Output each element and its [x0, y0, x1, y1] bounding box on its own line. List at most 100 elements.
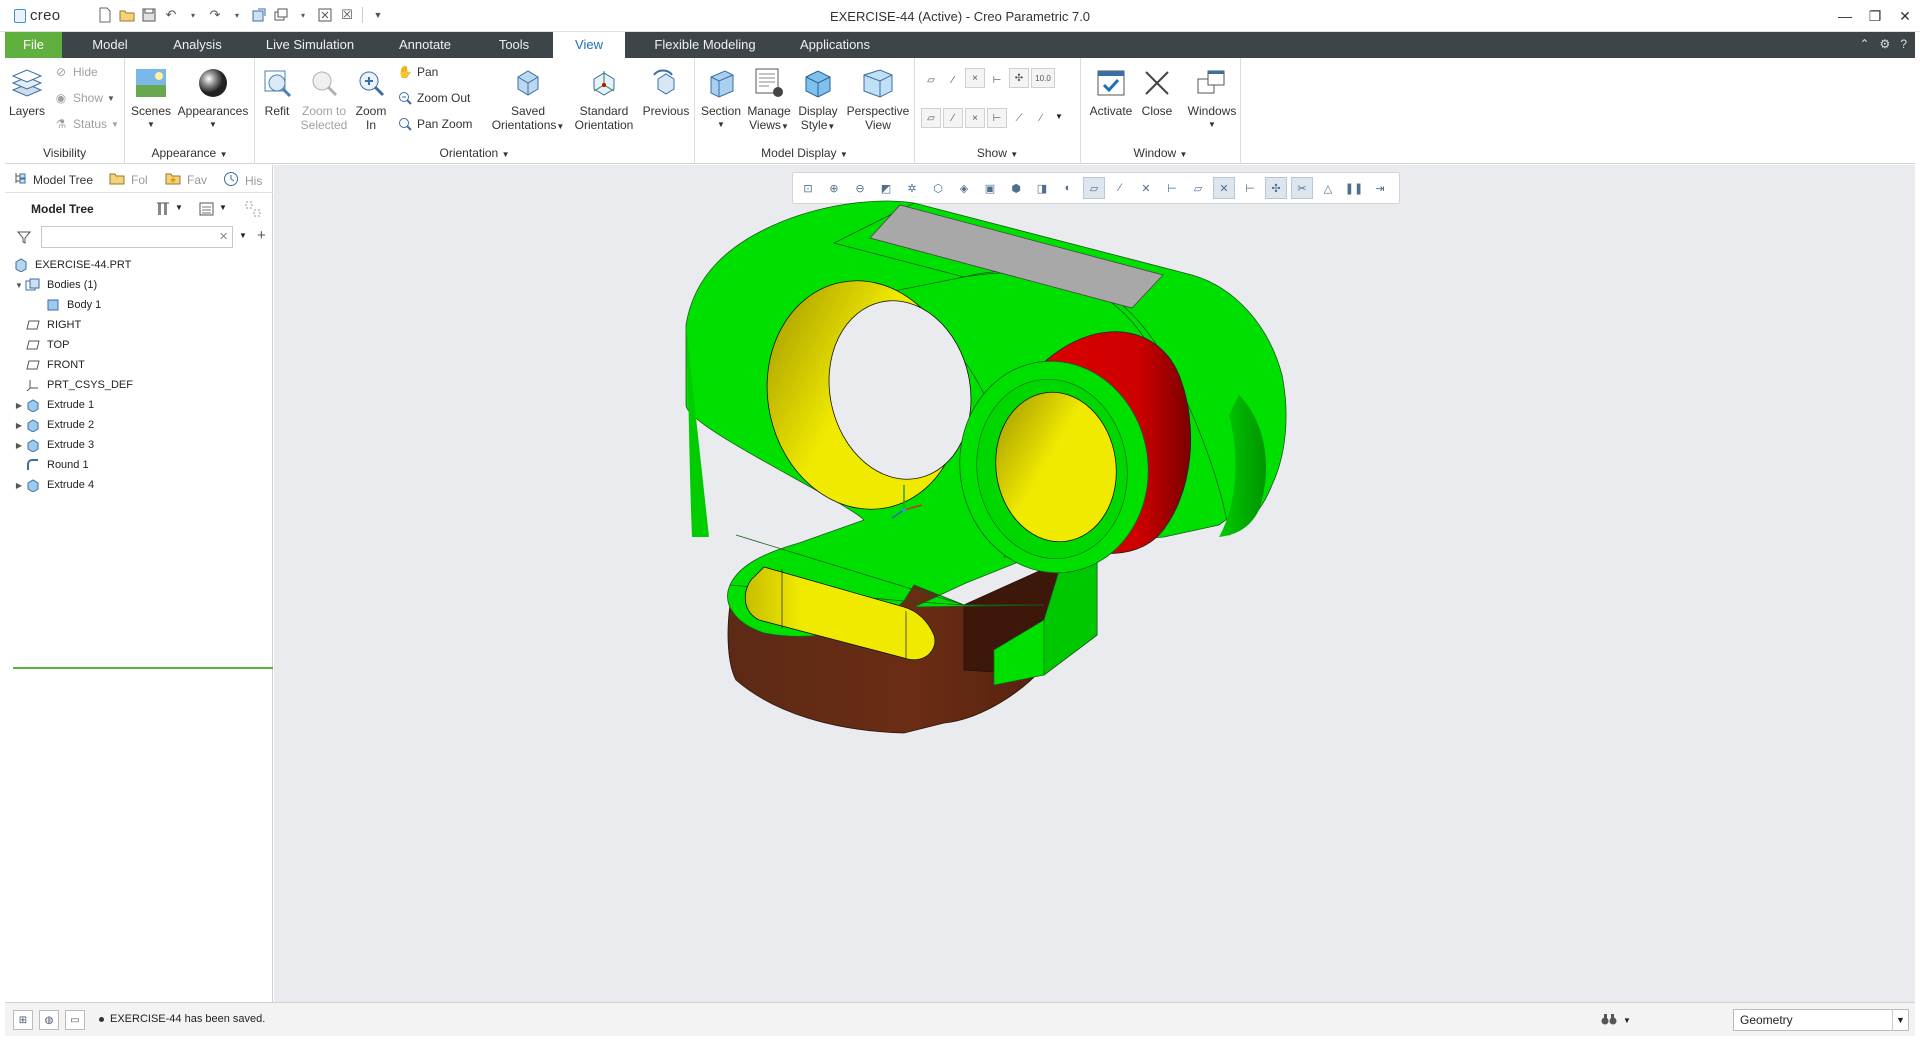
tree-node-extrude[interactable]: ▶ Extrude 3: [13, 435, 273, 455]
filter-icon[interactable]: [16, 230, 32, 247]
show-button[interactable]: ◉ Show ▼: [53, 90, 115, 106]
pan-zoom-label: Pan Zoom: [417, 117, 473, 131]
tree-node-bodies[interactable]: ▼ Bodies (1): [13, 275, 273, 295]
tab-flexible-modeling[interactable]: Flexible Modeling: [640, 32, 770, 58]
toggle-browser-icon[interactable]: ◍: [39, 1010, 59, 1030]
windows-button[interactable]: Windows ▼: [1185, 66, 1239, 132]
tree-search-input[interactable]: [41, 226, 233, 248]
layers-button[interactable]: Layers: [7, 66, 47, 118]
full-screen-icon[interactable]: ▭: [65, 1010, 85, 1030]
manage-views-button[interactable]: Manage Views▼: [745, 66, 793, 134]
tab-analysis[interactable]: Analysis: [160, 32, 235, 58]
section-button[interactable]: Section ▼: [699, 66, 743, 132]
refit-button[interactable]: Refit: [259, 66, 295, 118]
display-style-button[interactable]: Display Style▼: [795, 66, 841, 134]
expand-arrow-icon[interactable]: ▶: [13, 481, 25, 490]
close-icon[interactable]: ✕: [1890, 5, 1920, 27]
clear-search-icon[interactable]: ✕: [219, 230, 228, 243]
tabbar-right-controls: ⌃ ⚙ ?: [1859, 37, 1907, 51]
tree-node-datum-plane[interactable]: TOP: [13, 335, 273, 355]
csys-display-icon[interactable]: ⊢: [987, 70, 1007, 90]
tab-applications[interactable]: Applications: [790, 32, 880, 58]
tab-favorites[interactable]: Fav: [165, 171, 207, 188]
datum-display-dropdown-icon[interactable]: ▼: [1055, 112, 1063, 121]
connection-display-icon[interactable]: ⟋: [1009, 108, 1029, 128]
tree-node-extrude[interactable]: ▶ Extrude 1: [13, 395, 273, 415]
tree-node-datum-plane[interactable]: FRONT: [13, 355, 273, 375]
toggle-navigator-icon[interactable]: ⊞: [13, 1010, 33, 1030]
minimize-icon[interactable]: —: [1830, 5, 1860, 27]
expand-arrow-icon[interactable]: ▶: [13, 401, 25, 410]
tree-node-csys[interactable]: PRT_CSYS_DEF: [13, 375, 273, 395]
zoom-to-selected-button[interactable]: Zoom to Selected: [297, 66, 351, 132]
insert-here-indicator[interactable]: [13, 667, 273, 669]
maximize-icon[interactable]: ❐: [1860, 5, 1890, 27]
tab-live-simulation[interactable]: Live Simulation: [255, 32, 365, 58]
window-group-label[interactable]: Window ▼: [1081, 146, 1240, 160]
settings-icon[interactable]: ⚙: [1880, 37, 1891, 51]
model-tree-layout-icon[interactable]: [245, 201, 261, 220]
annotation-display-icon[interactable]: 10.0: [1031, 68, 1055, 88]
tree-node-part[interactable]: EXERCISE-44.PRT: [13, 255, 273, 275]
status-button[interactable]: ⚗ Status ▼: [53, 116, 119, 132]
pan-zoom-button[interactable]: Pan Zoom: [397, 116, 472, 132]
standard-orientation-button[interactable]: Standard Orientation: [569, 66, 639, 132]
selection-filter-dropdown[interactable]: Geometry ▼: [1733, 1009, 1909, 1031]
tab-model-tree[interactable]: Model Tree: [13, 171, 93, 188]
zoom-in-button[interactable]: Zoom In: [353, 66, 389, 132]
search-dropdown-icon[interactable]: ▼: [239, 231, 247, 240]
display-style-dropdown-icon: ▼: [827, 122, 836, 131]
find-tool[interactable]: ▼: [1601, 1010, 1641, 1030]
collapse-arrow-icon[interactable]: ▼: [13, 281, 25, 290]
point-display-icon[interactable]: ×: [965, 68, 985, 88]
tab-model[interactable]: Model: [80, 32, 140, 58]
tree-node-datum-plane[interactable]: RIGHT: [13, 315, 273, 335]
close-button[interactable]: Close: [1137, 66, 1177, 118]
saved-orientations-button[interactable]: Saved Orientations▼: [489, 66, 567, 134]
activate-button[interactable]: Activate: [1085, 66, 1137, 118]
model-display-group-label[interactable]: Model Display ▼: [695, 146, 914, 160]
plane-tag-display-icon[interactable]: ▱: [921, 108, 941, 128]
orientation-group-label[interactable]: Orientation ▼: [255, 146, 694, 160]
zoom-out-button[interactable]: Zoom Out: [397, 90, 470, 106]
tree-node-extrude[interactable]: ▶ Extrude 2: [13, 415, 273, 435]
hide-button[interactable]: ⊘ Hide: [53, 64, 98, 80]
help-icon[interactable]: ?: [1900, 37, 1907, 51]
tab-tools[interactable]: Tools: [483, 32, 545, 58]
tree-settings-dropdown-icon[interactable]: ▼: [175, 203, 183, 212]
tab-folder-browser[interactable]: Fol: [109, 171, 148, 188]
appearance-group-label[interactable]: Appearance ▼: [125, 146, 254, 160]
csys-tag-display-icon[interactable]: ⊢: [987, 108, 1007, 128]
tab-history[interactable]: His: [223, 171, 262, 190]
graphics-window[interactable]: ⊡ ⊕ ⊖ ◩ ✲ ⬡ ◈ ▣ ⬢ ◨ ◐ ▱ ⁄ ✕ ⊢ ▱ ✕ ⊢ ✣ ✂ …: [274, 165, 1915, 1002]
minimize-ribbon-icon[interactable]: ⌃: [1859, 37, 1869, 51]
scenes-button[interactable]: Scenes ▼: [131, 66, 171, 132]
tree-node-extrude[interactable]: ▶ Extrude 4: [13, 475, 273, 495]
datum-display-filters-icon[interactable]: ⁄: [1031, 108, 1051, 128]
point-tag-display-icon[interactable]: ×: [965, 108, 985, 128]
appearances-button[interactable]: Appearances ▼: [175, 66, 251, 132]
show-options-dropdown-icon[interactable]: ▼: [219, 203, 227, 212]
tree-node-round[interactable]: Round 1: [13, 455, 273, 475]
tree-settings-icon[interactable]: [155, 201, 171, 220]
expand-arrow-icon[interactable]: ▶: [13, 441, 25, 450]
spin-center-icon[interactable]: ✣: [1009, 68, 1029, 88]
zoom-to-selected-label-2: Selected: [300, 118, 348, 132]
show-options-icon[interactable]: [199, 201, 215, 220]
expand-arrow-icon[interactable]: ▶: [13, 421, 25, 430]
previous-orientation-button[interactable]: Previous: [639, 66, 693, 118]
refit-label: Refit: [264, 104, 290, 118]
axis-tag-display-icon[interactable]: ⁄: [943, 108, 963, 128]
tab-annotate[interactable]: Annotate: [385, 32, 465, 58]
tree-node-body[interactable]: Body 1: [13, 295, 273, 315]
tab-view[interactable]: View: [553, 32, 625, 58]
perspective-view-button[interactable]: Perspective View: [843, 66, 913, 132]
tab-file[interactable]: File: [5, 32, 62, 58]
pan-button[interactable]: ✋ Pan: [397, 64, 439, 80]
show-group-label[interactable]: Show ▼: [915, 146, 1080, 160]
axis-display-icon[interactable]: ⁄: [943, 70, 963, 90]
add-filter-icon[interactable]: +: [257, 227, 266, 244]
plane-display-icon[interactable]: ▱: [921, 70, 941, 90]
zoom-to-selected-icon: [307, 66, 341, 100]
cad-model-view[interactable]: [274, 165, 1915, 1002]
